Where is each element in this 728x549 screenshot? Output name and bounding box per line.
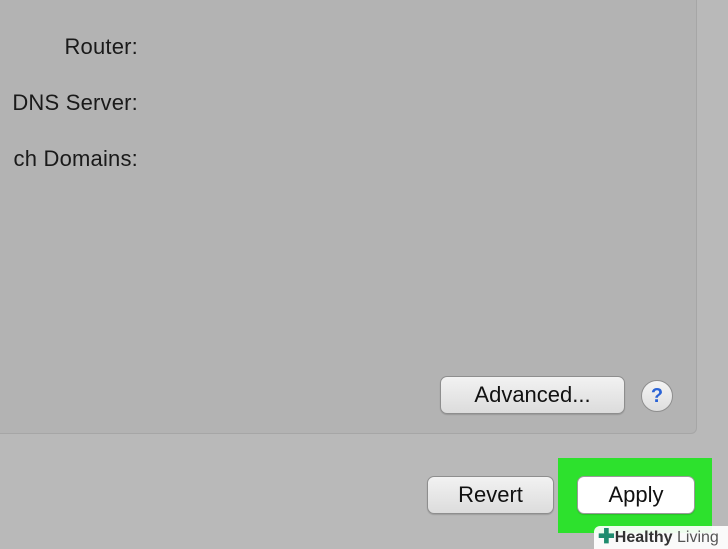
revert-button[interactable]: Revert [427, 476, 554, 514]
watermark: ✚Healthy Living [594, 526, 728, 549]
network-settings-window: Router: DNS Server: ch Domains: Advanced… [0, 0, 728, 549]
router-label: Router: [64, 34, 138, 59]
apply-button[interactable]: Apply [577, 476, 695, 514]
dns-server-label: DNS Server: [12, 90, 138, 115]
watermark-brand-light: Living [677, 529, 719, 546]
help-icon[interactable]: ? [641, 380, 673, 412]
plus-icon: ✚ [598, 526, 615, 548]
advanced-button[interactable]: Advanced... [440, 376, 625, 414]
search-domains-label: ch Domains: [13, 146, 138, 171]
watermark-brand-bold: Healthy [614, 529, 673, 546]
settings-panel [0, 0, 697, 434]
